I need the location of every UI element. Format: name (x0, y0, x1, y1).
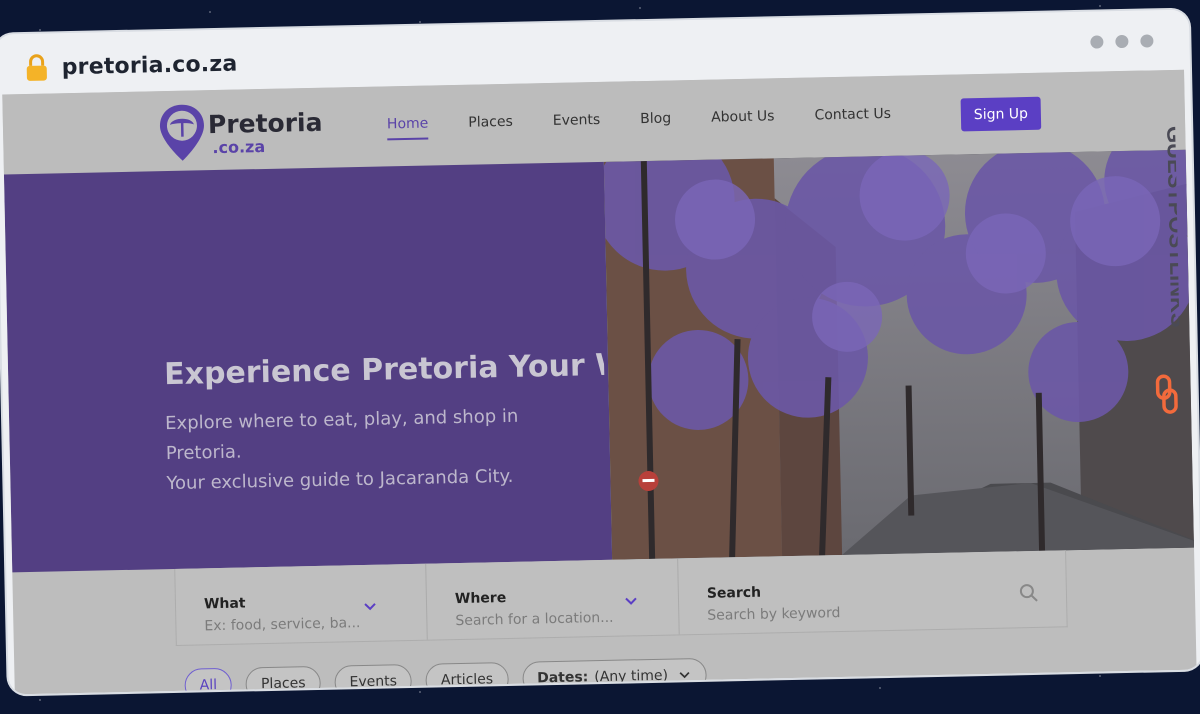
jacaranda-street-image (603, 149, 1195, 560)
where-input[interactable] (455, 609, 626, 630)
sign-up-button[interactable]: Sign Up (960, 96, 1042, 132)
chevron-down-icon[interactable] (362, 599, 378, 615)
filter-bar: All Places Events Articles Dates: (Any t… (184, 657, 708, 695)
dates-label: Dates: (536, 669, 589, 687)
filter-places[interactable]: Places (245, 665, 321, 695)
what-input[interactable] (204, 614, 375, 635)
watermark: GUESTPOSTLINKS (1155, 126, 1181, 414)
keyword-input[interactable] (707, 601, 1008, 624)
nav-contact-us[interactable]: Contact Us (814, 106, 891, 132)
chevron-down-icon[interactable] (623, 593, 639, 609)
dates-value: (Any time) (594, 667, 669, 686)
nav-home[interactable]: Home (387, 116, 429, 141)
hero-subtitle-line: Explore where to eat, play, and shop in … (164, 405, 519, 465)
where-field[interactable]: Where (425, 558, 680, 640)
url-text[interactable]: pretoria.co.za (61, 52, 237, 81)
browser-window: pretoria.co.za Pretoria .co.za Home Plac… (0, 9, 1200, 695)
map-pin-tree-icon (159, 104, 204, 161)
window-dot[interactable] (1115, 34, 1129, 49)
site-logo[interactable]: Pretoria .co.za (157, 100, 323, 163)
nav-events[interactable]: Events (553, 112, 601, 137)
lock-icon (26, 54, 47, 81)
hero-image (603, 149, 1195, 560)
main-nav: Home Places Events Blog About Us Contact… (387, 105, 931, 140)
window-controls (1090, 34, 1154, 49)
filter-all[interactable]: All (184, 667, 233, 695)
search-icon[interactable] (1019, 583, 1039, 603)
window-dot[interactable] (1090, 35, 1104, 49)
what-field[interactable]: What (175, 564, 427, 645)
logo-domain: .co.za (212, 136, 266, 158)
page-viewport: Pretoria .co.za Home Places Events Blog … (2, 69, 1197, 695)
filter-articles[interactable]: Articles (425, 661, 509, 695)
keyword-field[interactable]: Search (677, 550, 1066, 635)
dates-dropdown[interactable]: Dates: (Any time) (521, 657, 708, 695)
what-label: What (203, 595, 246, 613)
nav-blog[interactable]: Blog (640, 110, 671, 135)
filter-events[interactable]: Events (334, 664, 413, 695)
where-label: Where (454, 590, 507, 608)
hero-section: Experience Pretoria Your Wa Explore wher… (3, 149, 1195, 573)
search-label: Search (706, 584, 762, 602)
nav-places[interactable]: Places (468, 114, 513, 139)
link-chain-icon (1155, 374, 1178, 414)
hero-subtitle: Explore where to eat, play, and shop in … (165, 400, 597, 499)
window-dot[interactable] (1140, 34, 1154, 48)
browser-frame: pretoria.co.za Pretoria .co.za Home Plac… (0, 9, 1200, 714)
nav-about-us[interactable]: About Us (711, 108, 775, 133)
chevron-down-icon (679, 671, 690, 679)
logo-name: Pretoria (207, 107, 323, 140)
